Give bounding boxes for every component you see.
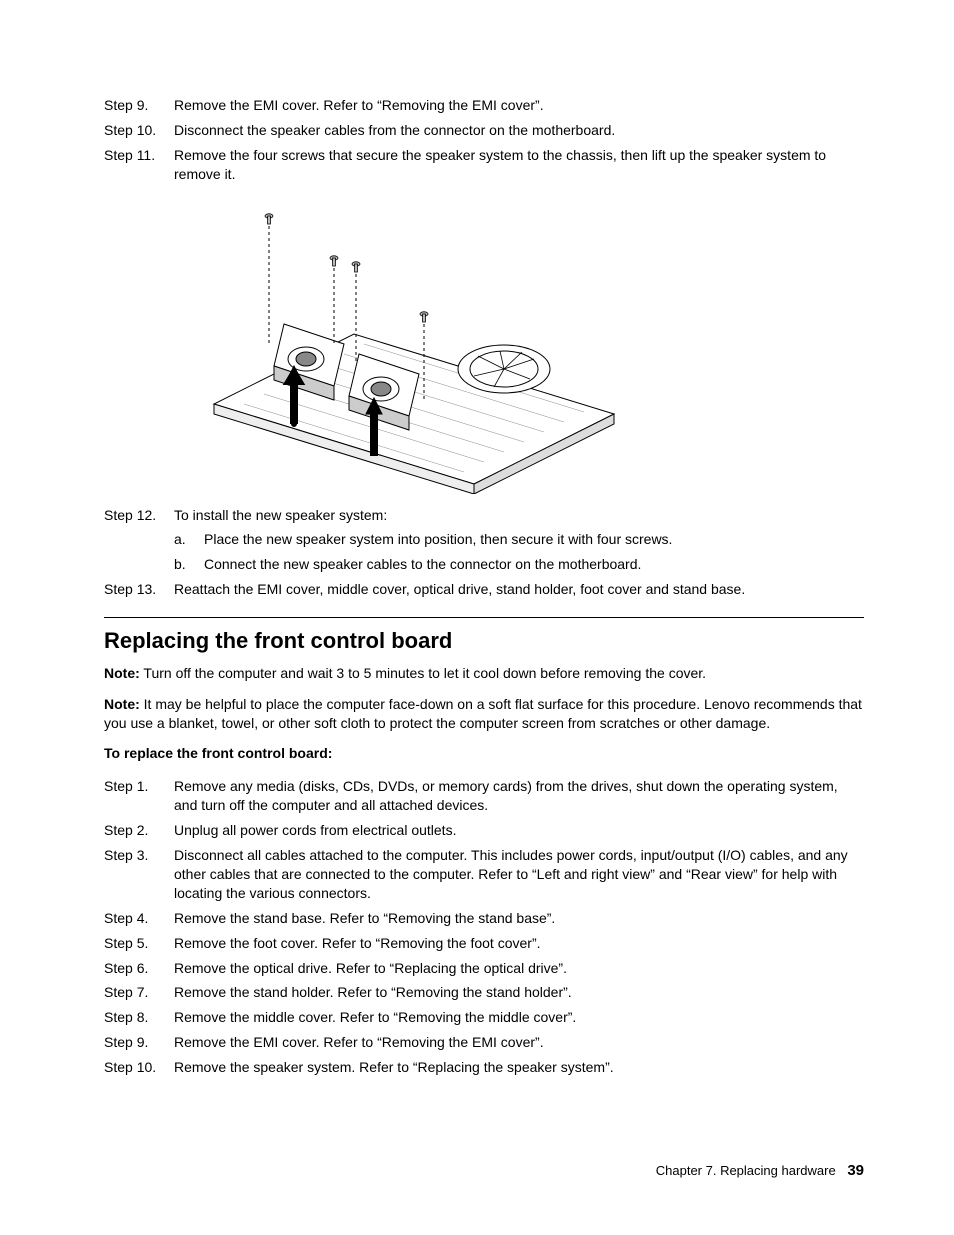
step-label: Step 8.	[104, 1008, 174, 1027]
step-text: To install the new speaker system:	[174, 506, 864, 525]
substep-text: Connect the new speaker cables to the co…	[204, 555, 864, 574]
section-divider	[104, 617, 864, 618]
step-text: Remove the optical drive. Refer to “Repl…	[174, 959, 864, 978]
step-label: Step 1.	[104, 777, 174, 796]
step-text: Reattach the EMI cover, middle cover, op…	[174, 580, 864, 599]
substep-row: a. Place the new speaker system into pos…	[174, 530, 864, 549]
step-row: Step 11. Remove the four screws that sec…	[104, 146, 864, 184]
step-label: Step 2.	[104, 821, 174, 840]
step-text: Unplug all power cords from electrical o…	[174, 821, 864, 840]
step-label: Step 11.	[104, 146, 174, 165]
step-label: Step 10.	[104, 121, 174, 140]
step-row: Step 13. Reattach the EMI cover, middle …	[104, 580, 864, 599]
step-label: Step 6.	[104, 959, 174, 978]
step-row: Step 9. Remove the EMI cover. Refer to “…	[104, 1033, 864, 1052]
step-row: Step 3. Disconnect all cables attached t…	[104, 846, 864, 903]
page-footer: Chapter 7. Replacing hardware 39	[656, 1161, 864, 1181]
substep-row: b. Connect the new speaker cables to the…	[174, 555, 864, 574]
substep-label: a.	[174, 530, 204, 549]
step-row: Step 1. Remove any media (disks, CDs, DV…	[104, 777, 864, 815]
document-page: Step 9. Remove the EMI cover. Refer to “…	[0, 0, 954, 1235]
note-label: Note:	[104, 665, 140, 681]
note-text: Turn off the computer and wait 3 to 5 mi…	[140, 665, 706, 681]
step-row: Step 7. Remove the stand holder. Refer t…	[104, 983, 864, 1002]
step-label: Step 3.	[104, 846, 174, 865]
step-label: Step 9.	[104, 96, 174, 115]
exploded-diagram	[174, 194, 624, 494]
note-text: It may be helpful to place the computer …	[104, 696, 862, 731]
step-row: Step 4. Remove the stand base. Refer to …	[104, 909, 864, 928]
substep-text: Place the new speaker system into positi…	[204, 530, 864, 549]
step-row: Step 8. Remove the middle cover. Refer t…	[104, 1008, 864, 1027]
step-row: Step 6. Remove the optical drive. Refer …	[104, 959, 864, 978]
step-label: Step 9.	[104, 1033, 174, 1052]
footer-chapter: Chapter 7. Replacing hardware	[656, 1163, 836, 1178]
step-text: Remove the middle cover. Refer to “Remov…	[174, 1008, 864, 1027]
step-row: Step 12. To install the new speaker syst…	[104, 506, 864, 525]
step-row: Step 9. Remove the EMI cover. Refer to “…	[104, 96, 864, 115]
step-text: Remove the stand base. Refer to “Removin…	[174, 909, 864, 928]
step-text: Remove the speaker system. Refer to “Rep…	[174, 1058, 864, 1077]
step-text: Remove the stand holder. Refer to “Remov…	[174, 983, 864, 1002]
step-row: Step 10. Disconnect the speaker cables f…	[104, 121, 864, 140]
note-paragraph: Note: It may be helpful to place the com…	[104, 695, 864, 733]
procedure-heading: To replace the front control board:	[104, 744, 864, 763]
note-paragraph: Note: Turn off the computer and wait 3 t…	[104, 664, 864, 683]
footer-page-number: 39	[847, 1162, 864, 1179]
step-row: Step 10. Remove the speaker system. Refe…	[104, 1058, 864, 1077]
step-label: Step 5.	[104, 934, 174, 953]
step-row: Step 5. Remove the foot cover. Refer to …	[104, 934, 864, 953]
step-text: Remove the EMI cover. Refer to “Removing…	[174, 96, 864, 115]
step-text: Disconnect all cables attached to the co…	[174, 846, 864, 903]
step-label: Step 10.	[104, 1058, 174, 1077]
step-text: Remove the foot cover. Refer to “Removin…	[174, 934, 864, 953]
section-heading: Replacing the front control board	[104, 626, 864, 656]
step-label: Step 13.	[104, 580, 174, 599]
step-text: Remove any media (disks, CDs, DVDs, or m…	[174, 777, 864, 815]
step-text: Remove the four screws that secure the s…	[174, 146, 864, 184]
note-label: Note:	[104, 696, 140, 712]
step-text: Disconnect the speaker cables from the c…	[174, 121, 864, 140]
substep-label: b.	[174, 555, 204, 574]
step-text: Remove the EMI cover. Refer to “Removing…	[174, 1033, 864, 1052]
step-row: Step 2. Unplug all power cords from elec…	[104, 821, 864, 840]
step-label: Step 12.	[104, 506, 174, 525]
step-label: Step 4.	[104, 909, 174, 928]
step-label: Step 7.	[104, 983, 174, 1002]
